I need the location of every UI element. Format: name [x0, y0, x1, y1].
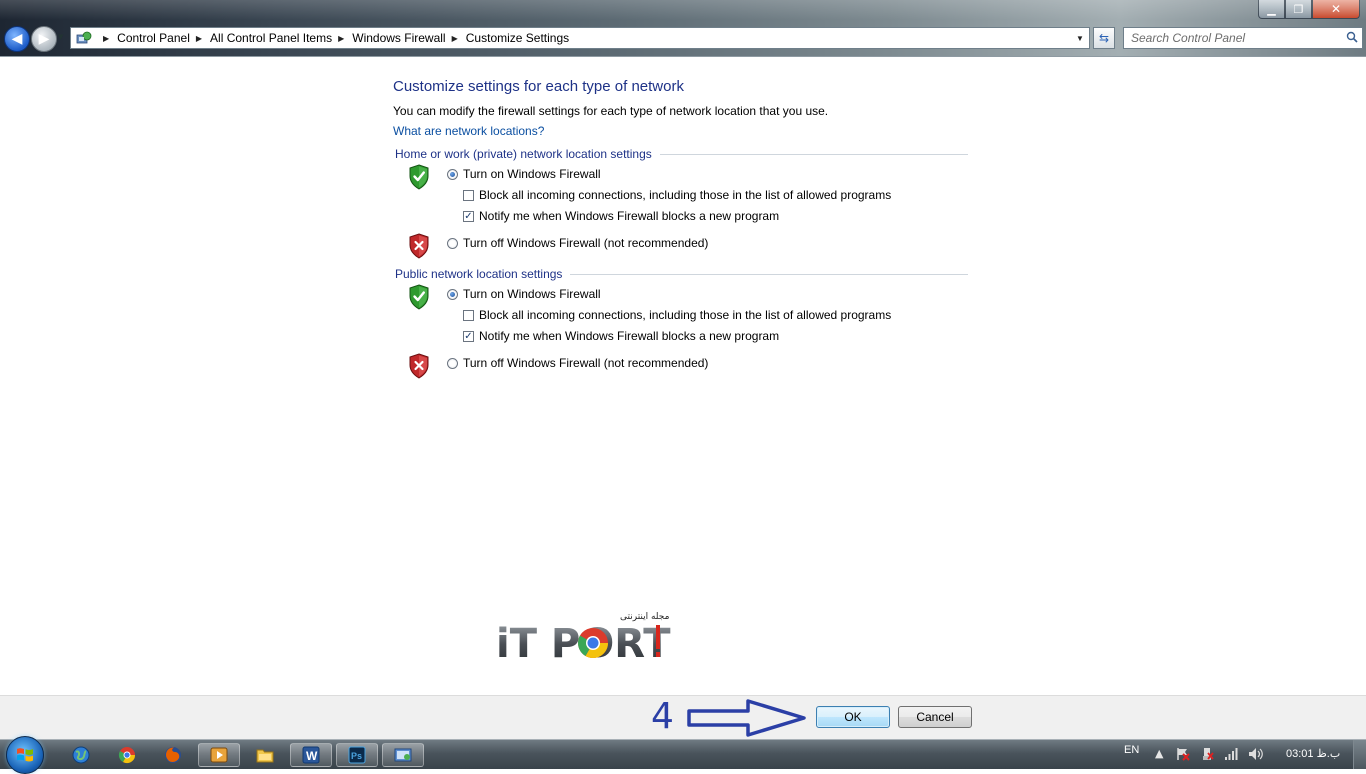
chevron-right-icon[interactable]: ▶: [196, 34, 202, 43]
cancel-button[interactable]: Cancel: [898, 706, 972, 728]
divider: [659, 153, 968, 155]
svg-text:W: W: [306, 749, 318, 763]
annotation-step-number: 4: [651, 696, 674, 737]
private-turn-off-radio[interactable]: [447, 237, 458, 249]
private-settings-heading: Home or work (private) network location …: [395, 147, 968, 161]
option-label: Turn on Windows Firewall: [463, 167, 601, 181]
search-box[interactable]: [1123, 27, 1363, 49]
content-pane: Customize settings for each type of netw…: [0, 57, 1366, 695]
taskbar-chrome[interactable]: [106, 743, 148, 767]
language-indicator[interactable]: EN: [1124, 744, 1139, 756]
maximize-button[interactable]: ❐: [1285, 0, 1312, 19]
shield-check-icon: [409, 284, 429, 310]
option-label: Block all incoming connections, includin…: [479, 188, 892, 202]
taskbar-firefox[interactable]: [152, 743, 194, 767]
arrow-left-icon: ◀: [11, 31, 23, 47]
window-controls: ▁ ❐ ✕: [1258, 0, 1360, 19]
show-desktop-button[interactable]: [1353, 740, 1366, 769]
private-block-all-option[interactable]: Block all incoming connections, includin…: [463, 188, 891, 202]
search-icon[interactable]: [1342, 31, 1362, 46]
taskbar-globe[interactable]: [60, 743, 102, 767]
option-label: Turn on Windows Firewall: [463, 287, 601, 301]
private-turn-on-option[interactable]: Turn on Windows Firewall: [447, 167, 601, 181]
public-notify-checkbox[interactable]: ✓: [463, 330, 474, 342]
volume-icon[interactable]: [1248, 747, 1264, 764]
private-turn-off-option[interactable]: Turn off Windows Firewall (not recommend…: [447, 236, 708, 250]
network-signal-icon[interactable]: [1224, 747, 1238, 764]
public-block-all-checkbox[interactable]: [463, 309, 474, 321]
option-label: Block all incoming connections, includin…: [479, 308, 892, 322]
chevron-right-icon[interactable]: ▶: [103, 34, 109, 43]
public-block-all-option[interactable]: Block all incoming connections, includin…: [463, 308, 891, 322]
public-notify-option[interactable]: ✓ Notify me when Windows Firewall blocks…: [463, 329, 779, 343]
taskbar-photoshop[interactable]: Ps: [336, 743, 378, 767]
group-heading-text: Public network location settings: [395, 267, 563, 281]
action-center-icon[interactable]: [1176, 747, 1190, 764]
word-icon: W: [302, 746, 320, 764]
option-label: Notify me when Windows Firewall blocks a…: [479, 209, 780, 223]
address-bar[interactable]: ▶ Control Panel ▶ All Control Panel Item…: [70, 27, 1090, 49]
back-button[interactable]: ◀: [4, 26, 30, 52]
network-locations-link[interactable]: What are network locations?: [393, 124, 544, 138]
arrow-right-icon: ▶: [38, 31, 50, 47]
public-turn-off-radio[interactable]: [447, 357, 458, 369]
firefox-icon: [165, 747, 181, 763]
itport-logo: iT PORT: [496, 621, 671, 665]
dialog-button-bar: 4 OK Cancel: [0, 695, 1366, 740]
option-label: Turn off Windows Firewall (not recommend…: [463, 356, 709, 370]
private-block-all-checkbox[interactable]: [463, 189, 474, 201]
chevron-right-icon[interactable]: ▶: [338, 34, 344, 43]
private-turn-on-radio[interactable]: [447, 168, 458, 180]
control-panel-icon: [75, 30, 93, 46]
public-turn-on-option[interactable]: Turn on Windows Firewall: [447, 287, 601, 301]
public-turn-on-radio[interactable]: [447, 288, 458, 300]
private-notify-checkbox[interactable]: ✓: [463, 210, 474, 222]
usb-device-icon[interactable]: [1200, 747, 1214, 764]
page-description: You can modify the firewall settings for…: [393, 104, 829, 118]
breadcrumb-control-panel[interactable]: Control Panel: [117, 31, 190, 45]
breadcrumb-windows-firewall[interactable]: Windows Firewall: [352, 31, 445, 45]
svg-text:Ps: Ps: [351, 751, 362, 761]
chrome-icon: [118, 747, 136, 764]
refresh-icon: ⇆: [1098, 31, 1110, 45]
breadcrumb-customize-settings[interactable]: Customize Settings: [466, 31, 569, 45]
forward-button[interactable]: ▶: [31, 26, 57, 52]
show-hidden-icons-icon[interactable]: ▲: [1155, 747, 1163, 760]
folder-icon: [256, 749, 274, 763]
chevron-right-icon[interactable]: ▶: [452, 34, 458, 43]
shield-check-icon: [409, 164, 429, 190]
photoshop-icon: Ps: [348, 746, 366, 764]
taskbar-word[interactable]: W: [290, 743, 332, 767]
window-chrome: ▁ ❐ ✕ ◀ ▶ ▼ ▶ Control Panel ▶ All Contro…: [0, 0, 1366, 57]
breadcrumb-all-items[interactable]: All Control Panel Items: [210, 31, 332, 45]
divider: [570, 273, 968, 275]
address-dropdown-button[interactable]: ▼: [1071, 28, 1089, 48]
control-panel-icon: [394, 748, 412, 762]
public-turn-off-option[interactable]: Turn off Windows Firewall (not recommend…: [447, 356, 708, 370]
annotation-arrow-icon: [687, 699, 806, 737]
taskbar-control-panel[interactable]: [382, 743, 424, 767]
system-clock[interactable]: 03:01 ب.ظ: [1286, 747, 1340, 760]
windows-logo-icon: [17, 748, 33, 762]
option-label: Notify me when Windows Firewall blocks a…: [479, 329, 780, 343]
media-player-icon: [210, 747, 228, 763]
refresh-button[interactable]: ⇆: [1093, 27, 1115, 49]
page-title: Customize settings for each type of netw…: [393, 78, 684, 95]
ok-button[interactable]: OK: [816, 706, 890, 728]
public-settings-heading: Public network location settings: [395, 267, 968, 281]
taskbar-media-player[interactable]: [198, 743, 240, 767]
private-notify-option[interactable]: ✓ Notify me when Windows Firewall blocks…: [463, 209, 779, 223]
recent-pages-dropdown[interactable]: ▼: [58, 33, 63, 41]
search-input[interactable]: [1124, 30, 1342, 46]
close-button[interactable]: ✕: [1312, 0, 1360, 19]
taskbar: W Ps EN ▲ 03:01 ب.ظ: [0, 736, 1366, 774]
start-button[interactable]: [6, 736, 44, 774]
shield-x-icon: [409, 233, 429, 259]
option-label: Turn off Windows Firewall (not recommend…: [463, 236, 709, 250]
group-heading-text: Home or work (private) network location …: [395, 147, 652, 161]
taskbar-explorer[interactable]: [244, 743, 286, 767]
shield-x-icon: [409, 353, 429, 379]
minimize-button[interactable]: ▁: [1258, 0, 1285, 19]
globe-icon: [72, 746, 90, 764]
